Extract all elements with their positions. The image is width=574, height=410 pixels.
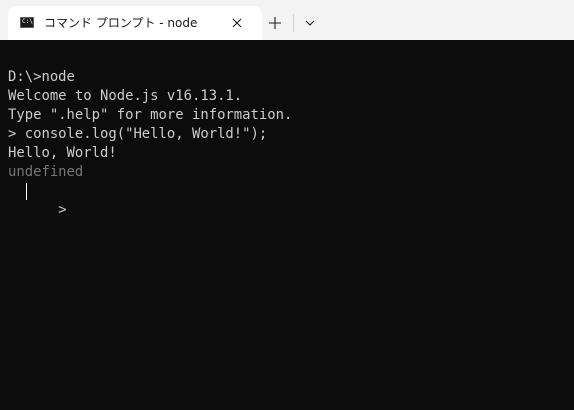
- tab-divider: [293, 14, 294, 32]
- terminal-window: C:\ コマンド プロンプト - node D:\>node Welcome t…: [0, 0, 574, 410]
- profile-dropdown-button[interactable]: [298, 10, 322, 36]
- terminal-output[interactable]: D:\>node Welcome to Node.js v16.13.1. Ty…: [0, 40, 574, 410]
- terminal-line: > console.log("Hello, World!");: [8, 126, 268, 142]
- terminal-line: Type ".help" for more information.: [8, 107, 293, 123]
- terminal-line: Welcome to Node.js v16.13.1.: [8, 88, 243, 104]
- terminal-line: D:\>node: [8, 69, 75, 85]
- prompt-symbol: >: [58, 202, 75, 218]
- plus-icon: [269, 17, 281, 29]
- terminal-line: Hello, World!: [8, 145, 117, 161]
- close-icon: [232, 18, 242, 28]
- input-prompt-line[interactable]: >: [8, 182, 574, 218]
- tab-title: コマンド プロンプト - node: [44, 16, 198, 30]
- tab-command-prompt[interactable]: C:\ コマンド プロンプト - node: [8, 6, 262, 40]
- chevron-down-icon: [305, 20, 315, 26]
- command-prompt-icon: C:\: [20, 17, 34, 28]
- new-tab-button[interactable]: [262, 10, 288, 36]
- text-cursor: [26, 183, 27, 200]
- title-bar: C:\ コマンド プロンプト - node: [0, 0, 574, 40]
- tab-icon-label: C:\: [22, 18, 33, 25]
- terminal-line-dim: undefined: [8, 164, 84, 180]
- close-tab-button[interactable]: [226, 12, 248, 34]
